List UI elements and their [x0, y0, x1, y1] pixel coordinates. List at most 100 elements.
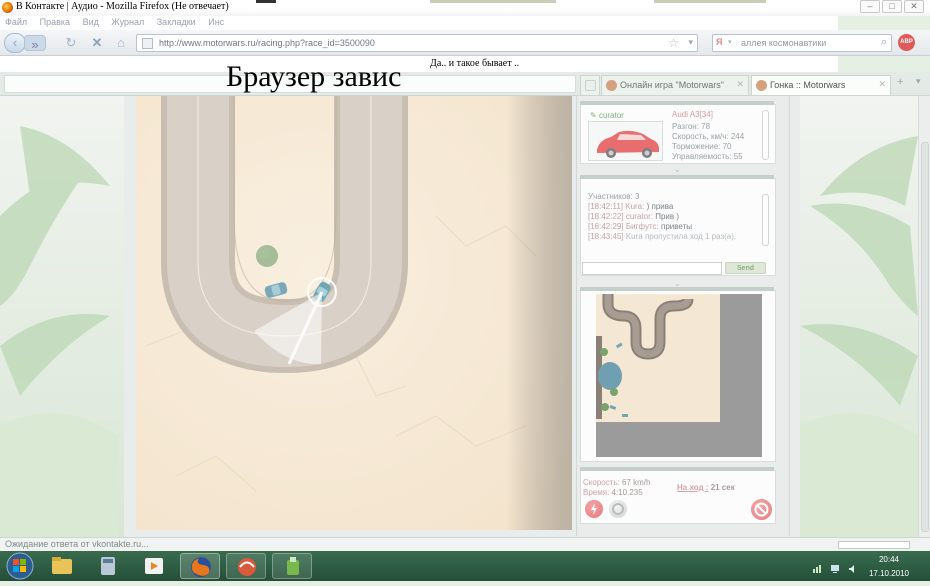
tab-list-icon[interactable]: ▾	[916, 76, 921, 87]
motorwars-icon	[606, 80, 617, 91]
taskbar-explorer[interactable]	[42, 553, 82, 579]
taskbar-app[interactable]	[226, 553, 266, 579]
loading-progress	[838, 541, 910, 549]
menu-bar: Файл Правка Вид Журнал Закладки Инс	[0, 16, 838, 30]
menu-file[interactable]: Файл	[5, 17, 27, 27]
page-message: Да.. и такое бывает ..	[430, 58, 520, 69]
chevron-down-icon: ⌄	[674, 165, 681, 174]
chat-system-message: [18:43:45] Kura пропустила ход 1 раз(а).	[588, 232, 737, 241]
chat-scrollbar[interactable]	[762, 194, 769, 246]
back-button[interactable]: ‹	[4, 33, 26, 53]
app-icon	[238, 558, 256, 576]
tab-motorwars-online[interactable]: Онлайн игра "Motorwars" ✕	[601, 75, 749, 95]
search-value: аллея космонавтики	[741, 38, 827, 48]
new-tab-icon[interactable]: +	[897, 76, 903, 88]
audi-car-picture	[597, 130, 659, 158]
url-text: http://www.motorwars.ru/racing.php?race_…	[159, 38, 375, 48]
window-title: В Контакте | Аудио - Mozilla Firefox (Не…	[16, 1, 229, 12]
window-titlebar: В Контакте | Аудио - Mozilla Firefox (Не…	[0, 0, 930, 16]
tab-label: Онлайн игра "Motorwars"	[620, 80, 724, 90]
menu-history[interactable]: Журнал	[111, 17, 144, 27]
tray-icon-monitor[interactable]	[830, 561, 840, 573]
firefox-icon	[2, 2, 13, 13]
motorwars-icon	[756, 80, 767, 91]
chat-message: [18:42:11] Kura: ) прива	[588, 202, 674, 211]
forbidden-icon	[754, 502, 769, 517]
url-bar[interactable]: http://www.motorwars.ru/racing.php?race_…	[136, 34, 698, 52]
page-icon	[585, 80, 596, 91]
car-stat-speed: Скорость, км/ч: 244	[672, 132, 745, 141]
wheel-icon	[612, 503, 624, 515]
calculator-icon	[101, 557, 115, 575]
boost-button[interactable]	[585, 500, 603, 518]
clock-time[interactable]: 20:44	[868, 555, 910, 564]
window-controls: – □ ✕	[860, 0, 924, 13]
time-readout: Время: 4:10.235	[583, 488, 643, 497]
utility-icon	[287, 557, 299, 575]
url-dropdown-icon[interactable]: ▾	[688, 37, 693, 48]
site-identity-icon[interactable]	[142, 38, 153, 49]
start-button[interactable]	[2, 551, 38, 581]
media-player-icon	[145, 558, 163, 574]
chat-participants: Участников: 3	[588, 192, 640, 201]
browser-status-bar: Ожидание ответа от vkontakte.ru...	[0, 537, 930, 551]
adblock-icon[interactable]: ABP	[898, 34, 915, 51]
tray-icon-volume[interactable]	[848, 561, 858, 573]
car-image	[588, 121, 663, 161]
menu-view[interactable]: Вид	[83, 17, 99, 27]
reload-icon[interactable]: ↻	[62, 34, 80, 52]
page-scrollbar[interactable]	[918, 96, 930, 537]
home-icon[interactable]: ⌂	[112, 34, 130, 52]
surrender-button[interactable]	[751, 499, 772, 520]
tab-label: Гонка :: Motorwars	[770, 80, 846, 90]
close-tab-icon[interactable]: ✕	[878, 79, 886, 90]
taskbar-media-player[interactable]	[134, 553, 174, 579]
car-stat-handling: Управляемость: 55	[672, 152, 743, 161]
page-message-row: Да.. и такое бывает ..	[0, 56, 838, 72]
search-input[interactable]: Я ▾ аллея космонавтики ⌕	[712, 34, 892, 52]
taskbar-calculator[interactable]	[88, 553, 128, 579]
titlebar-glitch	[430, 0, 556, 3]
car-stat-braking: Торможение: 70	[672, 142, 732, 151]
firefox-icon	[191, 557, 211, 577]
car-owner[interactable]: ✎ curator	[590, 111, 624, 120]
status-text: Ожидание ответа от vkontakte.ru...	[5, 539, 149, 549]
annotation-text: Браузер завис	[226, 60, 402, 93]
menu-bookmarks[interactable]: Закладки	[157, 17, 196, 27]
lightning-icon	[591, 503, 597, 515]
tab-race[interactable]: Гонка :: Motorwars ✕	[751, 75, 891, 95]
scrollbar-thumb[interactable]	[921, 142, 929, 532]
maximize-button[interactable]: □	[882, 0, 902, 13]
folder-icon	[52, 557, 72, 574]
close-tab-icon[interactable]: ✕	[736, 79, 744, 90]
minimap[interactable]	[596, 294, 762, 457]
chat-message: [18:42:29] Бигфутс: приветы	[588, 222, 693, 231]
navigation-toolbar: ‹ » ↻ ✕ ⌂ http://www.motorwars.ru/racing…	[0, 30, 930, 56]
menu-tools[interactable]: Инс	[208, 17, 224, 27]
tray-icon-network[interactable]	[812, 561, 822, 573]
menu-edit[interactable]: Правка	[40, 17, 70, 27]
car-name: Audi A3[34]	[672, 110, 713, 119]
clock-date[interactable]: 17.10.2010	[862, 569, 916, 578]
minimize-button[interactable]: –	[860, 0, 880, 13]
taskbar-firefox[interactable]	[180, 553, 220, 579]
stop-icon[interactable]: ✕	[88, 34, 106, 52]
yandex-icon[interactable]: Я	[716, 37, 728, 49]
speed-readout: Скорость: 67 km/h	[583, 478, 651, 487]
search-engine-dropdown-icon[interactable]: ▾	[728, 38, 732, 46]
titlebar-glitch	[256, 0, 276, 3]
chat-input[interactable]	[582, 262, 722, 275]
close-window-button[interactable]: ✕	[904, 0, 924, 13]
forward-button[interactable]: »	[24, 35, 46, 52]
pit-button[interactable]	[609, 500, 627, 518]
search-icon[interactable]: ⌕	[881, 36, 887, 49]
car-info-scrollbar[interactable]	[762, 110, 769, 160]
bookmark-star-icon[interactable]: ☆	[668, 36, 679, 50]
race-track-canvas[interactable]	[136, 96, 572, 530]
turn-timer: На ход : 21 сек	[677, 483, 735, 492]
chat-message: [18:42:22] curator: Прив )	[588, 212, 679, 221]
taskbar-utility[interactable]	[272, 553, 312, 579]
tab-page[interactable]	[580, 75, 600, 95]
titlebar-glitch	[654, 0, 766, 3]
send-button[interactable]: Send	[725, 262, 766, 274]
